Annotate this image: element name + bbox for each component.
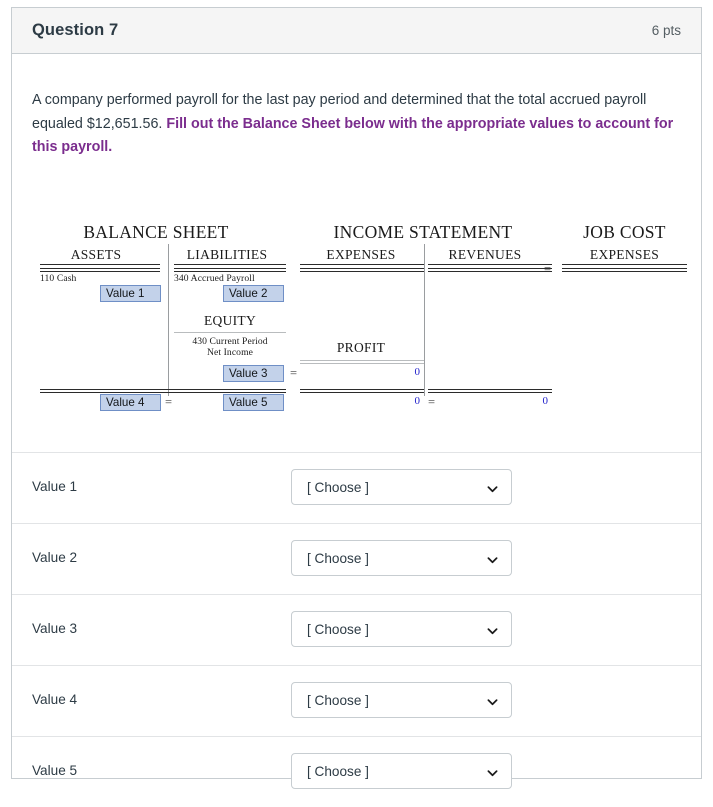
balance-sheet-title: BALANCE SHEET bbox=[83, 222, 229, 242]
asset-account-label: 110 Cash bbox=[40, 273, 77, 284]
chevron-down-icon bbox=[487, 695, 498, 706]
value-1-box: Value 1 bbox=[100, 285, 161, 302]
chevron-down-icon bbox=[487, 553, 498, 564]
revenues-total-value: 0 bbox=[542, 395, 549, 407]
form-row-value-3: Value 3 [ Choose ] bbox=[12, 594, 701, 665]
form-row-value-5: Value 5 [ Choose ] bbox=[12, 736, 701, 807]
value-1-label: Value 1 bbox=[32, 479, 78, 494]
value-4-box: Value 4 bbox=[100, 394, 161, 411]
equity-equals-sign: = bbox=[290, 366, 298, 380]
job-cost-equals-sign: = bbox=[544, 262, 552, 276]
value-4-label: Value 4 bbox=[32, 692, 78, 707]
value-3-dropdown-selected: [ Choose ] bbox=[307, 621, 369, 637]
expenses-header-rule bbox=[300, 264, 424, 265]
value-1-dropdown-selected: [ Choose ] bbox=[307, 479, 369, 495]
equity-header: EQUITY bbox=[203, 313, 257, 328]
job-cost-expenses-header: EXPENSES bbox=[589, 247, 660, 262]
chevron-down-icon bbox=[487, 766, 498, 777]
value-1-dropdown[interactable]: [ Choose ] bbox=[291, 469, 512, 505]
balance-sheet-vertical-divider bbox=[168, 244, 169, 396]
revenues-double-rule bbox=[428, 268, 552, 272]
value-5-dropdown-selected: [ Choose ] bbox=[307, 763, 369, 779]
revenues-header-rule bbox=[428, 264, 552, 265]
revenues-total-rule bbox=[428, 389, 552, 393]
form-row-value-2: Value 2 [ Choose ] bbox=[12, 523, 701, 594]
question-prompt: A company performed payroll for the last… bbox=[32, 89, 677, 160]
revenues-header: REVENUES bbox=[448, 247, 522, 262]
profit-label: PROFIT bbox=[336, 340, 386, 355]
income-equals-sign: = bbox=[428, 395, 436, 409]
value-4-dropdown[interactable]: [ Choose ] bbox=[291, 682, 512, 718]
value-selection-list: Value 1 [ Choose ] Value 2 [ Choose ] Va… bbox=[12, 452, 701, 807]
expenses-total-rule bbox=[300, 389, 424, 393]
form-row-value-4: Value 4 [ Choose ] bbox=[12, 665, 701, 736]
liabilities-double-rule bbox=[174, 268, 286, 272]
balance-equals-sign: = bbox=[165, 395, 173, 409]
chevron-down-icon bbox=[487, 482, 498, 493]
value-5-dropdown[interactable]: [ Choose ] bbox=[291, 753, 512, 789]
liabilities-header-rule bbox=[174, 264, 286, 265]
chevron-down-icon bbox=[487, 624, 498, 635]
form-row-value-1: Value 1 [ Choose ] bbox=[12, 452, 701, 523]
expenses-header: EXPENSES bbox=[326, 247, 396, 262]
balance-sheet-total-rule bbox=[40, 389, 286, 393]
equity-account-line-2: Net Income bbox=[206, 347, 254, 358]
liability-account-label: 340 Accrued Payroll bbox=[174, 273, 255, 284]
value-2-dropdown-selected: [ Choose ] bbox=[307, 550, 369, 566]
profit-value: 0 bbox=[414, 366, 421, 378]
value-4-dropdown-selected: [ Choose ] bbox=[307, 692, 369, 708]
income-statement-vertical-divider bbox=[424, 244, 425, 396]
question-card: Question 7 6 pts A company performed pay… bbox=[11, 7, 702, 789]
assets-double-rule bbox=[40, 268, 160, 272]
value-2-box: Value 2 bbox=[223, 285, 284, 302]
value-2-dropdown[interactable]: [ Choose ] bbox=[291, 540, 512, 576]
value-2-label: Value 2 bbox=[32, 550, 78, 565]
value-3-dropdown[interactable]: [ Choose ] bbox=[291, 611, 512, 647]
job-cost-double-rule bbox=[562, 268, 687, 272]
income-statement-title: INCOME STATEMENT bbox=[333, 222, 513, 242]
expenses-total-value: 0 bbox=[414, 395, 421, 407]
value-3-label: Value 3 bbox=[32, 621, 78, 636]
expenses-double-rule bbox=[300, 268, 424, 272]
value-5-box: Value 5 bbox=[223, 394, 284, 411]
profit-rule bbox=[300, 360, 424, 364]
value-5-label: Value 5 bbox=[32, 763, 78, 778]
assets-header-rule bbox=[40, 264, 160, 265]
equity-account-line-1: 430 Current Period bbox=[192, 336, 268, 347]
question-header: Question 7 6 pts bbox=[12, 8, 701, 54]
job-cost-title: JOB COST bbox=[583, 222, 666, 242]
liabilities-header: LIABILITIES bbox=[186, 247, 268, 262]
value-3-box: Value 3 bbox=[223, 365, 284, 382]
question-points: 6 pts bbox=[651, 23, 681, 38]
assets-header: ASSETS bbox=[70, 247, 122, 262]
job-cost-header-rule bbox=[562, 264, 687, 265]
accounting-diagram: BALANCE SHEET ASSETS LIABILITIES 110 Cas… bbox=[32, 214, 692, 414]
equity-header-rule bbox=[174, 332, 286, 333]
question-title: Question 7 bbox=[32, 21, 119, 39]
